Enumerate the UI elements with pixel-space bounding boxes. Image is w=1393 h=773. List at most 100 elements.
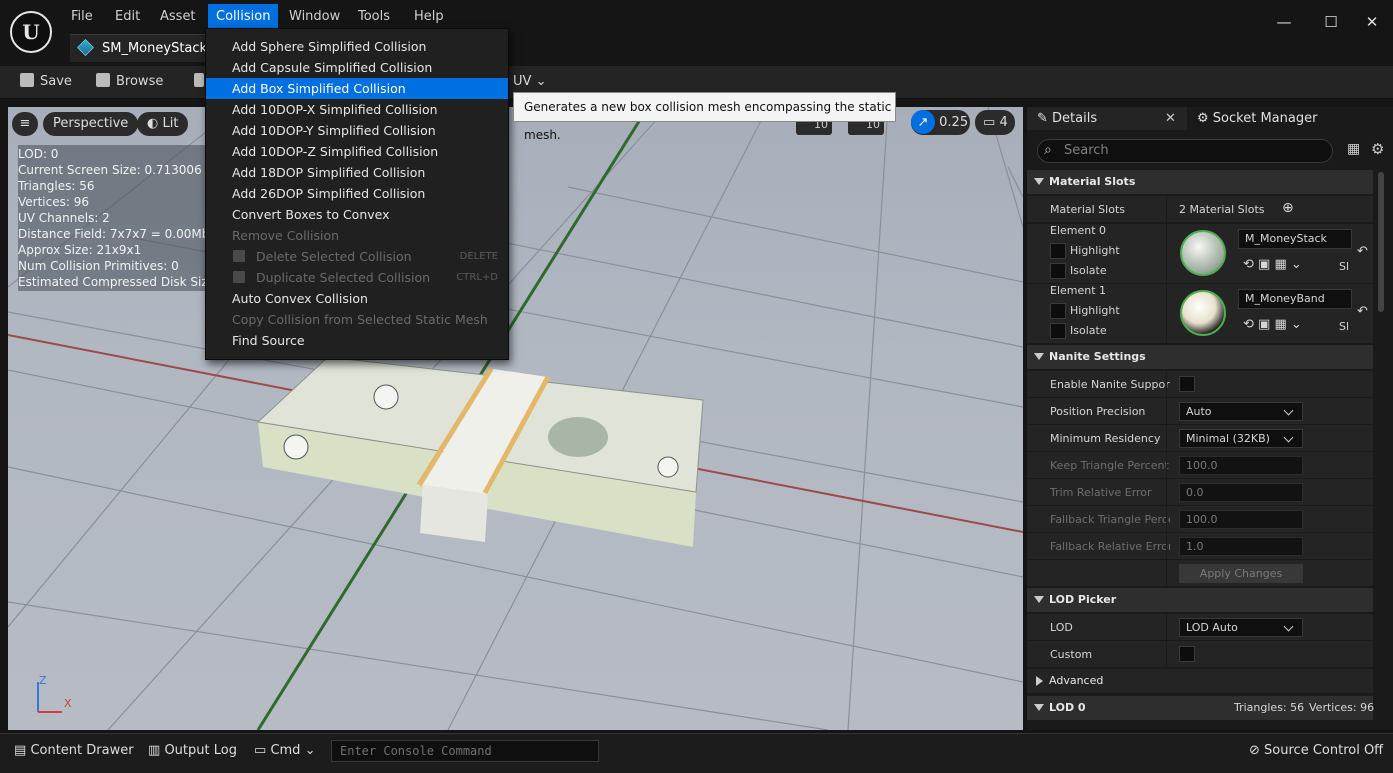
trim-error-field[interactable]: 0.0 xyxy=(1179,483,1303,502)
reset-icon[interactable]: ↶ xyxy=(1357,304,1368,319)
browse-icon xyxy=(96,73,110,87)
menu-help[interactable]: Help xyxy=(406,4,452,29)
reset-icon[interactable]: ↶ xyxy=(1357,244,1368,259)
menu-edit[interactable]: Edit xyxy=(107,4,148,29)
row-position-precision: Position Precision Auto xyxy=(1027,398,1373,425)
stat-line: Estimated Compressed Disk Size xyxy=(18,275,216,289)
minimize-button[interactable]: — xyxy=(1270,8,1298,36)
shortcut-delete: DELETE xyxy=(459,251,498,262)
lit-button[interactable]: ◐ Lit xyxy=(137,112,189,136)
camera-speed-button[interactable]: ↗ 0.25 xyxy=(911,110,970,135)
menu-item-add-10dop-y[interactable]: Add 10DOP-Y Simplified Collision xyxy=(206,120,508,141)
unreal-logo-icon[interactable]: U xyxy=(10,11,52,53)
material-name[interactable]: M_MoneyBand xyxy=(1238,289,1352,309)
perspective-button[interactable]: Perspective xyxy=(43,112,139,136)
menu-item-duplicate-selected: Duplicate Selected Collision CTRL+D xyxy=(206,267,508,288)
menu-item-add-sphere[interactable]: Add Sphere Simplified Collision xyxy=(206,36,508,57)
custom-checkbox[interactable] xyxy=(1179,646,1195,662)
menu-tools[interactable]: Tools xyxy=(350,4,398,29)
row-label: Fallback Triangle Perce xyxy=(1050,513,1170,526)
camera-speed-icon: ↗ xyxy=(911,110,935,134)
menu-item-add-18dop[interactable]: Add 18DOP Simplified Collision xyxy=(206,162,508,183)
position-precision-dropdown[interactable]: Auto xyxy=(1179,402,1303,421)
lod0-triangles: Triangles: 56 xyxy=(1234,701,1305,714)
row-label: Minimum Residency xyxy=(1050,432,1161,445)
source-control-icon: ⊘ xyxy=(1249,743,1260,758)
source-control-label: Source Control Off xyxy=(1264,743,1384,758)
lit-icon: ◐ xyxy=(147,116,159,131)
row-label: Material Slots xyxy=(1050,203,1125,216)
menu-item-add-26dop[interactable]: Add 26DOP Simplified Collision xyxy=(206,183,508,204)
tab-socket-manager[interactable]: ⚙ Socket Manager xyxy=(1197,107,1317,130)
browse-material-icons[interactable]: ⟲ ▣ ▦ ⌄ xyxy=(1243,317,1302,332)
row-material-slots: Material Slots 2 Material Slots ⊕ xyxy=(1027,196,1373,223)
fallback-error-field[interactable]: 1.0 xyxy=(1179,537,1303,556)
cmd-dropdown[interactable]: ▭ Cmd ⌄ xyxy=(254,741,315,761)
output-log-label: Output Log xyxy=(164,743,237,758)
enable-nanite-checkbox[interactable] xyxy=(1179,376,1195,392)
menu-item-convert-boxes[interactable]: Convert Boxes to Convex xyxy=(206,204,508,225)
menu-window[interactable]: Window xyxy=(281,4,348,29)
browse-button[interactable]: Browse xyxy=(96,70,163,94)
highlight-checkbox[interactable] xyxy=(1050,303,1066,319)
slot-name-trunc: Sl xyxy=(1339,260,1350,273)
output-log-button[interactable]: ▥ Output Log xyxy=(148,741,237,761)
row-custom: Custom xyxy=(1027,641,1373,668)
menu-item-remove-collision: Remove Collision xyxy=(232,228,340,243)
section-title: LOD Picker xyxy=(1049,593,1117,606)
keep-triangle-field[interactable]: 100.0 xyxy=(1179,456,1303,475)
uv-label: UV xyxy=(513,74,532,89)
lod-dropdown[interactable]: LOD Auto xyxy=(1179,618,1303,637)
viewport-options-button[interactable]: ≡ xyxy=(12,112,38,136)
save-button[interactable]: Save xyxy=(20,70,72,94)
details-scrollbar[interactable] xyxy=(1378,172,1384,312)
content-drawer-button[interactable]: ▤ Content Drawer xyxy=(14,741,134,761)
section-advanced[interactable]: Advanced xyxy=(1027,669,1373,693)
menu-item-find-source[interactable]: Find Source xyxy=(206,330,508,351)
viewport[interactable]: LOD: 0 Current Screen Size: 0.713006 Tri… xyxy=(8,107,1023,730)
section-lod-0[interactable]: LOD 0 Triangles: 56 Vertices: 96 xyxy=(1027,696,1375,720)
menu-asset[interactable]: Asset xyxy=(152,4,204,29)
section-material-slots[interactable]: Material Slots xyxy=(1027,170,1373,194)
menu-file[interactable]: File xyxy=(63,4,101,29)
close-window-button[interactable]: ✕ xyxy=(1358,8,1386,36)
axis-x-label: X xyxy=(64,697,72,710)
menu-item-add-box[interactable]: Add Box Simplified Collision xyxy=(206,78,508,99)
element-label: Element 0 xyxy=(1050,224,1107,237)
material-thumbnail[interactable] xyxy=(1180,290,1226,336)
menu-item-add-10dop-z[interactable]: Add 10DOP-Z Simplified Collision xyxy=(206,141,508,162)
table-view-icon[interactable]: ▦ xyxy=(1347,141,1360,157)
save-label: Save xyxy=(40,74,72,89)
highlight-checkbox[interactable] xyxy=(1050,243,1066,259)
isolate-checkbox[interactable] xyxy=(1050,263,1066,279)
slot-name-trunc: Sl xyxy=(1339,320,1350,333)
add-slot-icon[interactable]: ⊕ xyxy=(1282,200,1294,216)
console-input[interactable]: Enter Console Command xyxy=(331,740,599,762)
highlight-label: Highlight xyxy=(1070,244,1120,257)
fallback-triangle-field[interactable]: 100.0 xyxy=(1179,510,1303,529)
apply-changes-button[interactable]: Apply Changes xyxy=(1179,564,1303,583)
details-search-input[interactable]: Search xyxy=(1037,139,1333,163)
tab-details[interactable]: ✎ Details xyxy=(1037,107,1097,130)
menu-item-auto-convex[interactable]: Auto Convex Collision xyxy=(206,288,508,309)
isolate-label: Isolate xyxy=(1070,324,1107,337)
camera-button[interactable]: ▭ 4 xyxy=(975,110,1015,135)
menu-item-add-capsule[interactable]: Add Capsule Simplified Collision xyxy=(206,57,508,78)
browse-material-icons[interactable]: ⟲ ▣ ▦ ⌄ xyxy=(1243,257,1302,272)
close-tab-icon[interactable]: ✕ xyxy=(1165,107,1176,130)
min-residency-dropdown[interactable]: Minimal (32KB) xyxy=(1179,429,1303,448)
row-label: Trim Relative Error xyxy=(1050,486,1152,499)
lod0-vertices: Vertices: 96 xyxy=(1309,701,1375,714)
menu-item-add-10dop-x[interactable]: Add 10DOP-X Simplified Collision xyxy=(206,99,508,120)
material-thumbnail[interactable] xyxy=(1180,230,1226,276)
source-control-button[interactable]: ⊘ Source Control Off xyxy=(1249,741,1383,761)
menu-collision[interactable]: Collision xyxy=(208,4,279,29)
section-lod-picker[interactable]: LOD Picker xyxy=(1027,588,1373,612)
material-name[interactable]: M_MoneyStack xyxy=(1238,229,1352,249)
settings-gear-icon[interactable]: ⚙ xyxy=(1371,140,1384,158)
uv-dropdown[interactable]: UV ⌄ xyxy=(513,70,546,94)
maximize-button[interactable]: ☐ xyxy=(1317,8,1345,36)
isolate-checkbox[interactable] xyxy=(1050,323,1066,339)
log-icon: ▥ xyxy=(148,743,161,758)
section-nanite-settings[interactable]: Nanite Settings xyxy=(1027,345,1373,369)
